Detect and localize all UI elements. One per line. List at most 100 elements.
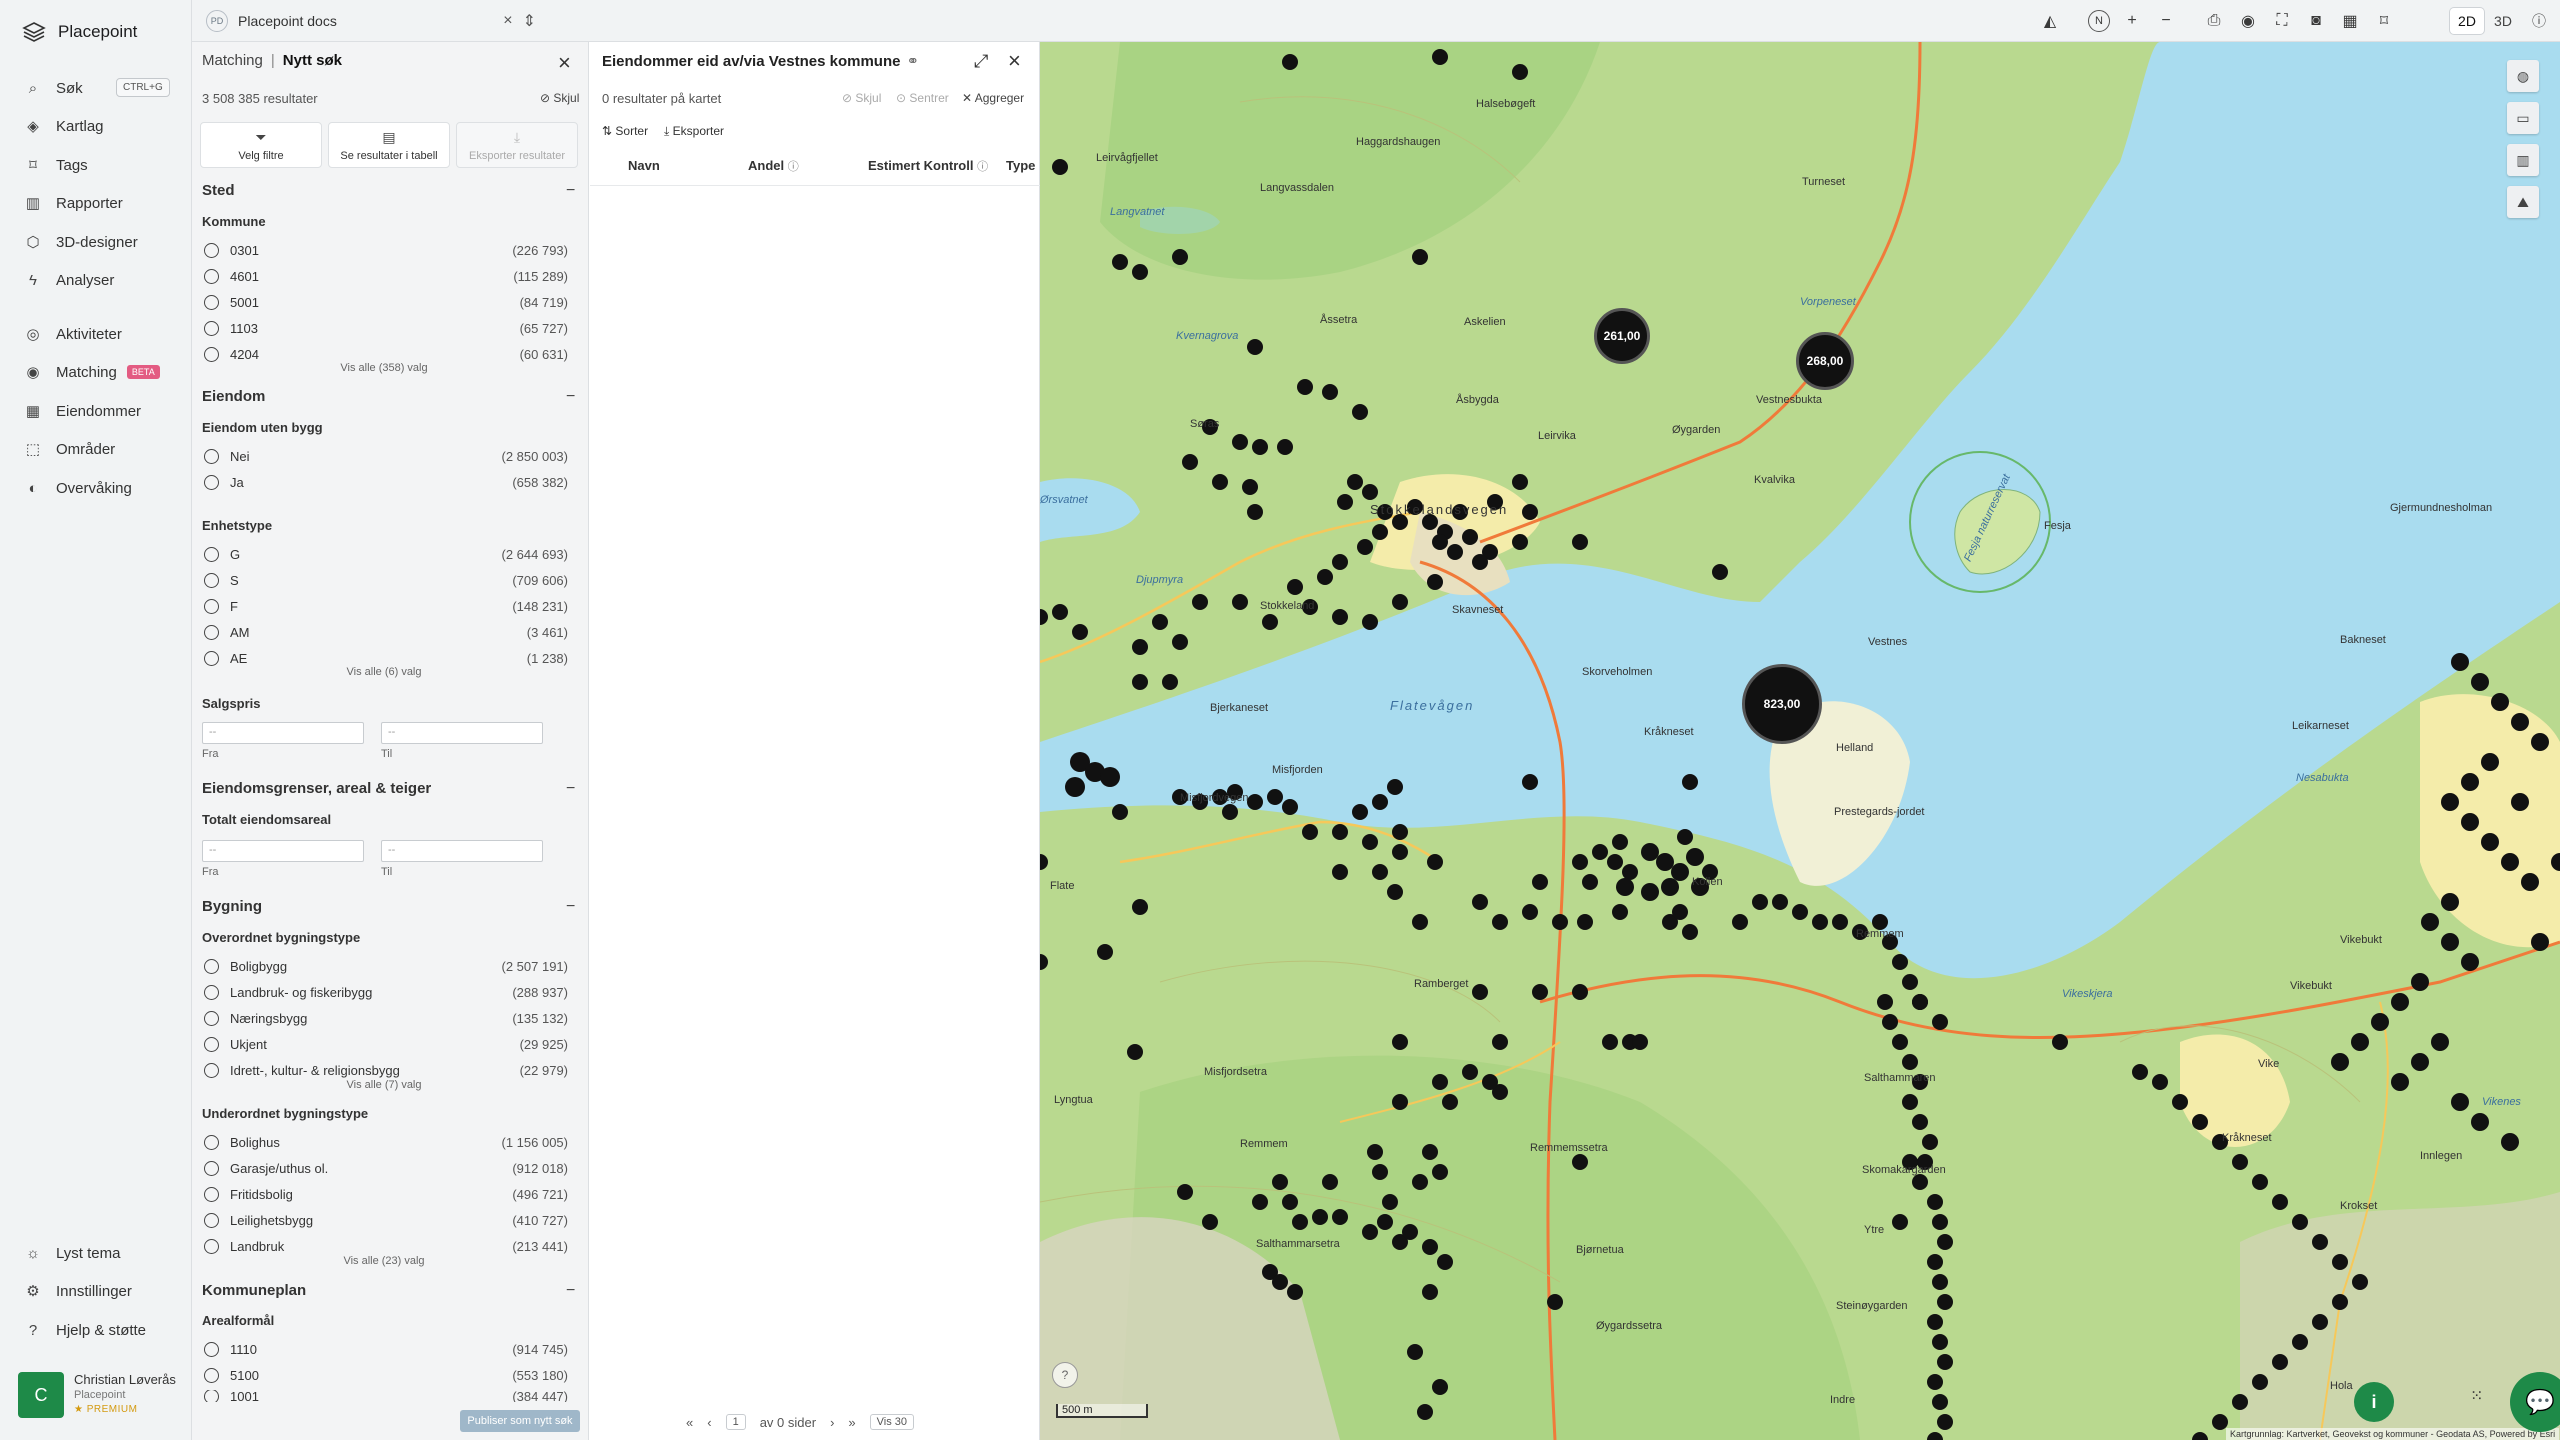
option-kommune[interactable]: 4601 (115 289) (204, 265, 568, 287)
document-tab[interactable]: PD Placepoint docs × ⇕ (206, 8, 536, 34)
collapse-icon[interactable]: − (566, 898, 575, 916)
radio-icon[interactable] (204, 474, 219, 490)
show-all-link[interactable]: Vis alle (23) valg (202, 1255, 566, 1267)
show-all-link[interactable]: Vis alle (7) valg (202, 1079, 566, 1091)
nav-search[interactable]: ⌕ Søk (24, 75, 83, 101)
option-item[interactable]: 5100 (553 180) (204, 1364, 568, 1386)
sort-button[interactable]: ⇅ Sorter (602, 124, 648, 138)
per-page-select[interactable]: Vis 30 (869, 1414, 915, 1430)
option-item[interactable]: Garasje/uthus ol. (912 018) (204, 1157, 568, 1179)
option-item[interactable]: AM (3 461) (204, 621, 568, 643)
info-icon[interactable]: ⓘ (977, 161, 988, 173)
radio-icon[interactable] (204, 958, 219, 974)
cluster-marker[interactable]: 823,00 (1742, 664, 1822, 744)
option-item[interactable]: Ja (658 382) (204, 471, 568, 493)
option-item[interactable]: Fritidsbolig (496 721) (204, 1183, 568, 1205)
option-item[interactable]: Bolighus (1 156 005) (204, 1131, 568, 1153)
export-results-button[interactable]: ⤓ Eksporter resultater (456, 122, 578, 168)
table-view-button[interactable]: ▤ Se resultater i tabell (328, 122, 450, 168)
cluster-marker[interactable]: 268,00 (1796, 332, 1854, 390)
nav-light-theme[interactable]: ☼ Lyst tema (24, 1240, 120, 1266)
option-item[interactable]: Leilighetsbygg (410 727) (204, 1209, 568, 1231)
bookmark-icon[interactable]: ⌑ (2372, 9, 2396, 33)
radio-icon[interactable] (204, 624, 219, 640)
radio-icon[interactable] (204, 1390, 219, 1402)
close-icon[interactable]: × (1008, 48, 1021, 74)
nav-settings[interactable]: ⚙ Innstillinger (24, 1278, 132, 1304)
compass-button[interactable]: N (2088, 10, 2110, 32)
last-page-icon[interactable]: » (848, 1415, 855, 1430)
price-from-input[interactable]: -- (202, 722, 364, 744)
grid-layout-icon[interactable]: ▦ (2338, 9, 2362, 33)
area-from-input[interactable]: -- (202, 840, 364, 862)
option-item[interactable]: G (2 644 693) (204, 543, 568, 565)
radio-icon[interactable] (204, 1212, 219, 1228)
radio-icon[interactable] (204, 294, 219, 310)
measure-icon[interactable]: ▭ (2507, 102, 2539, 134)
view-3d-button[interactable]: 3D (2486, 8, 2520, 34)
radio-icon[interactable] (204, 598, 219, 614)
option-item[interactable]: 1001 (384 447) (204, 1390, 568, 1402)
cluster-marker[interactable]: 261,00 (1594, 308, 1650, 364)
radio-icon[interactable] (204, 320, 219, 336)
close-icon[interactable]: × (558, 50, 571, 76)
profile-icon[interactable]: ⛰ (2507, 186, 2539, 218)
page-input[interactable]: 1 (725, 1414, 746, 1430)
show-all-link[interactable]: Vis alle (6) valg (202, 666, 566, 678)
view-2d-button[interactable]: 2D (2450, 8, 2484, 34)
option-item[interactable]: Nei (2 850 003) (204, 445, 568, 467)
layers-stack-icon[interactable]: ◭ (2038, 9, 2062, 33)
nav-rapporter[interactable]: ▥ Rapporter (24, 190, 123, 216)
zoom-out-icon[interactable]: − (2154, 9, 2178, 33)
radio-icon[interactable] (204, 448, 219, 464)
radio-icon[interactable] (204, 546, 219, 562)
chevron-updown-icon[interactable]: ⇕ (523, 11, 536, 31)
radio-icon[interactable] (204, 1341, 219, 1357)
area-to-input[interactable]: -- (381, 840, 543, 862)
info-button[interactable]: i (2354, 1382, 2394, 1422)
option-item[interactable]: Ukjent (29 925) (204, 1033, 568, 1055)
option-item[interactable]: 1110 (914 745) (204, 1338, 568, 1360)
collapse-icon[interactable]: − (566, 1282, 575, 1300)
nav-aktiviteter[interactable]: ◎ Aktiviteter (24, 321, 121, 347)
export-button[interactable]: ⤓ Eksporter (664, 124, 724, 139)
prev-page-icon[interactable]: ‹ (707, 1415, 711, 1430)
layer-toggle-icon[interactable]: ◍ (2507, 60, 2539, 92)
radio-icon[interactable] (204, 650, 219, 666)
option-item[interactable]: Boligbygg (2 507 191) (204, 955, 568, 977)
camera-icon[interactable]: ◙ (2304, 9, 2328, 33)
radio-icon[interactable] (204, 1010, 219, 1026)
option-kommune[interactable]: 0301 (226 793) (204, 239, 568, 261)
option-kommune[interactable]: 5001 (84 719) (204, 291, 568, 313)
print-icon[interactable]: ⎙ (2202, 9, 2226, 33)
nav-help[interactable]: ? Hjelp & støtte (24, 1317, 146, 1343)
column-type[interactable]: Type (1006, 158, 1035, 173)
breadcrumb[interactable]: Matching (202, 52, 263, 69)
nav-3d-designer[interactable]: ⬡ 3D-designer (24, 229, 137, 255)
option-item[interactable]: Næringsbygg (135 132) (204, 1007, 568, 1029)
chart-icon[interactable]: ▥ (2507, 144, 2539, 176)
map-help-icon[interactable]: ? (1052, 1362, 1078, 1388)
fullscreen-icon[interactable]: ⛶ (2270, 9, 2294, 33)
collapse-icon[interactable]: − (566, 388, 575, 406)
nav-tags[interactable]: ⌑ Tags (24, 152, 88, 178)
nav-analyser[interactable]: ϟ Analyser (24, 267, 114, 293)
radio-icon[interactable] (204, 346, 219, 362)
radio-icon[interactable] (204, 1134, 219, 1150)
option-item[interactable]: Landbruk (213 441) (204, 1235, 568, 1257)
expand-icon[interactable]: ⤢ (974, 51, 988, 72)
hide-button[interactable]: ⊘ Skjul (842, 91, 881, 105)
collapse-icon[interactable]: − (566, 182, 575, 200)
radio-icon[interactable] (204, 984, 219, 1000)
radio-icon[interactable] (204, 1186, 219, 1202)
choose-filters-button[interactable]: ⏷ Velg filtre (200, 122, 322, 168)
column-navn[interactable]: Navn (628, 158, 660, 173)
brand[interactable]: Placepoint (22, 20, 137, 44)
radio-icon[interactable] (204, 268, 219, 284)
radio-icon[interactable] (204, 572, 219, 588)
collapse-icon[interactable]: − (566, 780, 575, 798)
radio-icon[interactable] (204, 1238, 219, 1254)
link-icon[interactable]: ⚭ (906, 53, 919, 70)
radio-icon[interactable] (204, 242, 219, 258)
radio-icon[interactable] (204, 1062, 219, 1078)
